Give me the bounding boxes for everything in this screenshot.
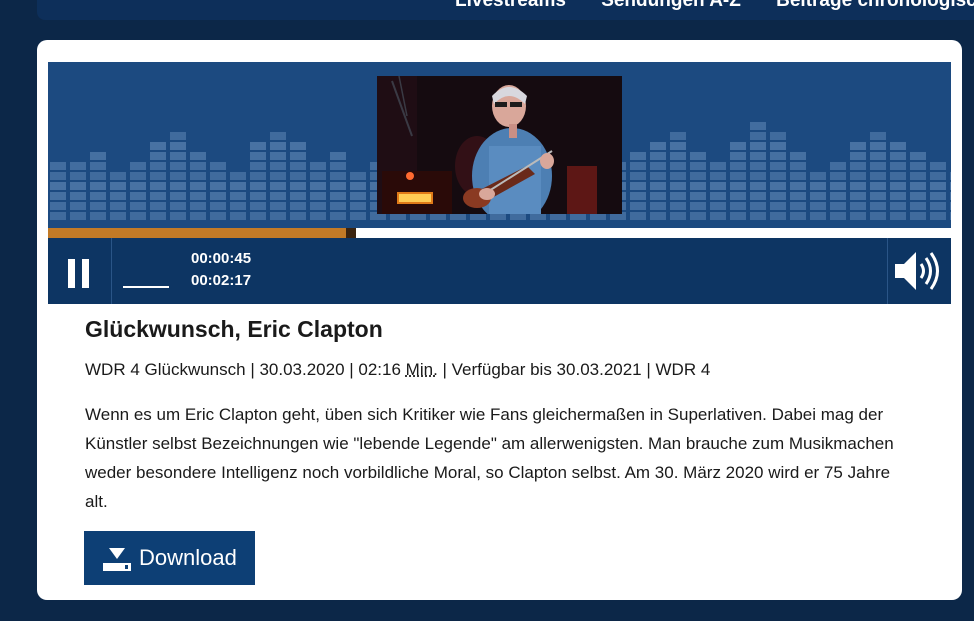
audio-player: 00:00:45 00:02:17 [48,62,951,304]
nav-item-sendungen[interactable]: Sendungen A-Z [601,0,741,11]
player-controls: 00:00:45 00:02:17 [48,238,951,304]
episode-title: Glückwunsch, Eric Clapton [85,316,383,342]
nav-items: Livestreams Sendungen A-Z Beiträge chron… [455,0,974,12]
seek-indicator [123,286,169,288]
player-visual [48,62,951,228]
thumbnail-image [377,76,622,214]
meta-suffix: | Verfügbar bis 30.03.2021 | WDR 4 [437,360,711,379]
guitarist-photo [377,76,622,214]
episode-meta: WDR 4 Glückwunsch | 30.03.2020 | 02:16 M… [85,360,710,380]
audio-card: 00:00:45 00:02:17 Glückwunsch, Eric Clap… [37,40,962,600]
download-icon [103,548,131,571]
download-button[interactable]: Download [84,531,255,585]
meta-unit: Min. [405,360,438,379]
volume-button[interactable] [887,238,951,304]
nav-item-beitraege[interactable]: Beiträge chronologisch [776,0,974,11]
progress-handle[interactable] [346,228,356,238]
volume-icon [895,252,939,290]
top-navigation: Livestreams Sendungen A-Z Beiträge chron… [37,0,974,20]
meta-prefix: WDR 4 Glückwunsch | 30.03.2020 | 02:16 [85,360,406,379]
total-duration: 00:02:17 [191,272,252,289]
progress-fill [48,228,346,238]
nav-item-livestreams[interactable]: Livestreams [455,0,566,11]
pause-button[interactable] [48,238,112,304]
elapsed-time: 00:00:45 [191,250,252,267]
progress-bar[interactable] [48,228,951,238]
download-label: Download [139,545,237,570]
episode-description: Wenn es um Eric Clapton geht, üben sich … [85,405,894,511]
